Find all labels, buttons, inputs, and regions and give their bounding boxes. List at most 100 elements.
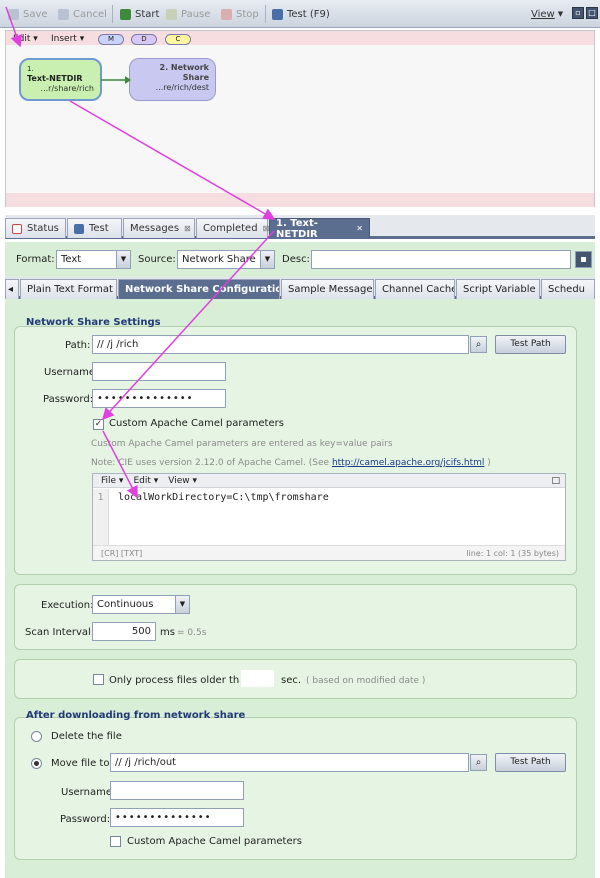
editor-view-menu[interactable]: View ▾ <box>168 476 197 486</box>
canvas-edit-menu[interactable]: Edit ▾ <box>13 34 38 44</box>
save-icon <box>8 8 19 20</box>
desc-input[interactable] <box>311 250 571 269</box>
pill-d[interactable]: D <box>131 34 157 45</box>
tab-test[interactable]: Test <box>67 218 122 238</box>
subtab-script-variable[interactable]: Script Variable <box>456 279 540 299</box>
search-icon[interactable]: ⌕ <box>470 754 487 771</box>
tab-text-netdir[interactable]: 1. Text-NETDIR ✕ <box>269 217 370 240</box>
maximize-window-icon[interactable]: □ <box>586 7 598 19</box>
editor-gutter: 1 <box>93 489 109 545</box>
camel-params-editor[interactable]: File ▾ Edit ▾ View ▾ □ 1 localWorkDirect… <box>92 473 566 561</box>
execution-value: Continuous <box>97 599 154 610</box>
play-icon <box>120 8 131 20</box>
pill-c[interactable]: C <box>165 34 191 45</box>
move-file-radio[interactable] <box>31 758 42 769</box>
cancel-icon <box>58 8 69 20</box>
pause-button[interactable]: Pause <box>166 7 210 21</box>
editor-edit-menu[interactable]: Edit ▾ <box>133 476 158 486</box>
camel-version-note: Note: CIE uses version 2.12.0 of Apache … <box>91 458 491 468</box>
close-icon[interactable]: ⊠ <box>184 224 191 233</box>
source-select[interactable]: Network Share ▼ <box>177 250 275 269</box>
tab-status[interactable]: Status <box>5 218 66 238</box>
save-label: Save <box>23 8 48 20</box>
start-button[interactable]: Start <box>120 7 159 21</box>
format-select[interactable]: Text ▼ <box>56 250 131 269</box>
editor-file-menu[interactable]: File ▾ <box>101 476 123 486</box>
move-test-path-button[interactable]: Test Path <box>495 753 566 772</box>
canvas-bottom-stripe <box>6 193 594 207</box>
camel-params-label: Custom Apache Camel parameters <box>109 418 284 429</box>
tab-messages[interactable]: Messages ⊠ <box>123 218 195 238</box>
camel-hint: Custom Apache Camel parameters are enter… <box>91 439 393 449</box>
move-file-label: Move file to: <box>51 758 113 769</box>
camel-params-checkbox[interactable]: ✓ <box>93 419 104 430</box>
source-label: Source: <box>138 254 176 265</box>
older-seconds-unit: sec. <box>281 675 302 686</box>
node-name: Text-NETDIR <box>27 74 83 83</box>
delete-file-radio[interactable] <box>31 731 42 742</box>
main-toolbar: Save Cancel Start Pause Stop Test (F9) V… <box>0 0 600 28</box>
older-files-checkbox[interactable] <box>93 674 104 685</box>
flow-node-text-netdir[interactable]: 1. Text-NETDIR ...r/share/rich <box>19 58 102 101</box>
editor-statusbar: [CR] [TXT] line: 1 col: 1 (35 bytes) <box>93 545 565 560</box>
node-path: ...re/rich/dest <box>155 83 209 92</box>
move-file-path-input[interactable]: // /j /rich/out <box>110 753 469 772</box>
camel-note-text: Note: CIE uses version 2.12.0 of Apache … <box>91 458 330 468</box>
subtab-channel-cache[interactable]: Channel Cache <box>375 279 455 299</box>
stop-button[interactable]: Stop <box>221 7 259 21</box>
after-download-title: After downloading from network share <box>26 710 246 721</box>
bottom-tabbar: Status Test Messages ⊠ Completed ⊠ 1. Text… <box>5 215 595 240</box>
scan-interval-unit: ms <box>160 627 175 638</box>
move-password-input[interactable]: •••••••••••••• <box>110 808 244 827</box>
path-input[interactable]: // /j /rich <box>92 335 469 354</box>
pulse-icon <box>12 223 22 234</box>
pause-icon <box>166 8 177 20</box>
expand-icon[interactable]: ▪ <box>575 251 592 268</box>
username-input[interactable] <box>92 362 226 381</box>
close-icon[interactable]: ✕ <box>356 224 363 233</box>
tab-label: Messages <box>130 223 180 234</box>
cancel-button[interactable]: Cancel <box>58 7 107 21</box>
search-icon[interactable]: ⌕ <box>470 336 487 353</box>
camel-docs-link[interactable]: http://camel.apache.org/jcifs.html <box>332 458 484 468</box>
subtab-plain-text-format[interactable]: Plain Text Format <box>20 279 117 299</box>
restore-window-icon[interactable]: ▫ <box>572 7 584 19</box>
flow-canvas[interactable]: Edit ▾ Insert ▾ M D C 1. Text-NETDIR ...… <box>5 30 595 207</box>
canvas-insert-menu[interactable]: Insert ▾ <box>51 34 84 44</box>
subtab-sample-messages[interactable]: Sample Messages <box>281 279 374 299</box>
older-files-hint: ( based on modified date ) <box>306 676 426 686</box>
test-path-button[interactable]: Test Path <box>495 335 566 354</box>
move-camel-params-label: Custom Apache Camel parameters <box>127 836 302 847</box>
save-button[interactable]: Save <box>8 7 48 21</box>
tab-completed[interactable]: Completed ⊠ <box>196 218 269 238</box>
older-seconds-input[interactable] <box>240 669 275 688</box>
tab-label: Completed <box>203 223 258 234</box>
execution-select[interactable]: Continuous ▼ <box>92 595 190 614</box>
older-files-label: Only process files older than <box>109 675 252 686</box>
move-password-label: Password: <box>60 814 111 825</box>
desc-label: Desc: <box>282 254 310 265</box>
config-panel: Format: Text ▼ Source: Network Share ▼ Des… <box>5 242 595 878</box>
test-button[interactable]: Test (F9) <box>272 7 330 21</box>
tab-label: Test <box>89 223 109 234</box>
subtab-network-share-configuration[interactable]: Network Share Configuration <box>118 279 280 299</box>
format-label: Format: <box>16 254 55 265</box>
subtab-schedule[interactable]: Schedu <box>541 279 595 299</box>
move-camel-params-checkbox[interactable] <box>110 836 121 847</box>
flow-node-network-share[interactable]: 2. Network Share ...re/rich/dest <box>129 58 216 101</box>
scan-interval-hint: = 0.5s <box>177 628 207 638</box>
node-number: 1. <box>27 65 34 73</box>
scan-interval-input[interactable]: 500 <box>92 622 156 641</box>
pill-m[interactable]: M <box>98 34 124 45</box>
editor-code-line[interactable]: localWorkDirectory=C:\tmp\fromshare <box>118 492 329 503</box>
menu-label: Edit <box>133 475 151 486</box>
move-username-input[interactable] <box>110 781 244 800</box>
view-label: View <box>531 8 555 20</box>
canvas-edit-label: Edit <box>13 34 31 44</box>
maximize-icon[interactable]: □ <box>551 476 560 486</box>
tab-label: 1. Text-NETDIR <box>276 217 318 240</box>
editor-status-right: line: 1 col: 1 (35 bytes) <box>466 549 559 558</box>
scroll-left-icon[interactable]: ◂ <box>5 279 19 299</box>
view-menu[interactable]: View ▼ <box>531 7 563 21</box>
password-input[interactable]: •••••••••••••• <box>92 389 226 408</box>
